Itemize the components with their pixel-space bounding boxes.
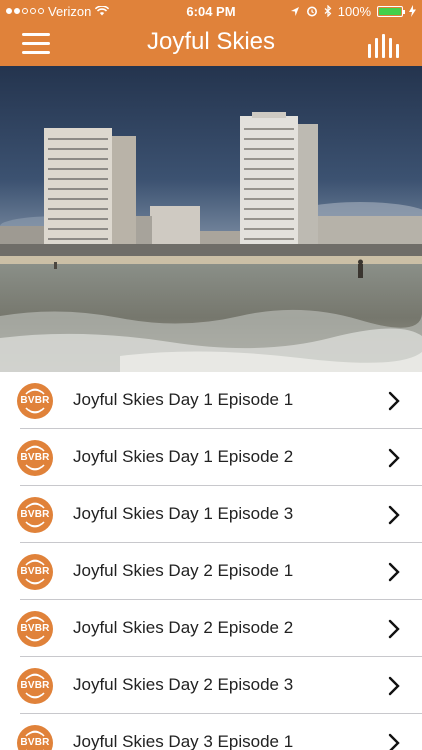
page-title: Joyful Skies <box>146 28 276 55</box>
episode-list: BVBR Joyful Skies Day 1 Episode 1 BVBR J… <box>0 372 422 750</box>
bvbr-logo-icon: BVBR <box>17 725 53 750</box>
logo-text: BVBR <box>20 509 50 520</box>
chevron-right-icon <box>388 448 400 468</box>
logo-text: BVBR <box>20 737 50 748</box>
episode-title: Joyful Skies Day 2 Episode 2 <box>73 618 294 637</box>
wifi-icon <box>95 6 110 16</box>
episode-title: Joyful Skies Day 2 Episode 1 <box>73 561 294 580</box>
list-item[interactable]: BVBR Joyful Skies Day 1 Episode 2 <box>0 429 422 486</box>
status-right: 100% <box>266 4 416 19</box>
carrier-label: Verizon <box>48 3 92 19</box>
signal-strength-icon <box>6 8 44 14</box>
beach-hotels-image <box>0 66 422 372</box>
episode-title: Joyful Skies Day 3 Episode 1 <box>73 732 294 750</box>
list-item[interactable]: BVBR Joyful Skies Day 2 Episode 1 <box>0 543 422 600</box>
logo-text: BVBR <box>20 452 50 463</box>
alarm-icon <box>306 6 317 17</box>
bvbr-logo-icon: BVBR <box>17 611 53 647</box>
chevron-right-icon <box>388 733 400 750</box>
bvbr-logo-icon: BVBR <box>17 668 53 704</box>
list-item[interactable]: BVBR Joyful Skies Day 1 Episode 3 <box>0 486 422 543</box>
bvbr-logo-icon: BVBR <box>17 383 53 419</box>
bvbr-logo-icon: BVBR <box>17 497 53 533</box>
bvbr-logo-icon: BVBR <box>17 554 53 590</box>
chevron-right-icon <box>388 676 400 696</box>
logo-text: BVBR <box>20 566 50 577</box>
status-bar: Verizon 6:04 PM 100% <box>0 0 422 22</box>
status-time: 6:04 PM <box>186 3 236 19</box>
chevron-right-icon <box>388 505 400 525</box>
bluetooth-icon <box>324 5 332 17</box>
episode-title: Joyful Skies Day 1 Episode 3 <box>73 504 294 523</box>
charging-icon <box>409 5 416 17</box>
episode-title: Joyful Skies Day 1 Episode 1 <box>73 390 294 409</box>
bars-icon[interactable] <box>366 30 400 60</box>
battery-icon <box>377 5 405 17</box>
list-item[interactable]: BVBR Joyful Skies Day 2 Episode 2 <box>0 600 422 657</box>
nav-bar: Joyful Skies <box>0 22 422 66</box>
status-left: Verizon <box>6 4 156 19</box>
chevron-right-icon <box>388 619 400 639</box>
chevron-right-icon <box>388 562 400 582</box>
episode-title: Joyful Skies Day 2 Episode 3 <box>73 675 294 694</box>
chevron-right-icon <box>388 391 400 411</box>
list-item[interactable]: BVBR Joyful Skies Day 1 Episode 1 <box>0 372 422 429</box>
logo-text: BVBR <box>20 680 50 691</box>
battery-percent: 100% <box>337 3 371 19</box>
location-arrow-icon <box>290 6 299 16</box>
list-item[interactable]: BVBR Joyful Skies Day 2 Episode 3 <box>0 657 422 714</box>
hero-image <box>0 66 422 372</box>
episode-title: Joyful Skies Day 1 Episode 2 <box>73 447 294 466</box>
list-item[interactable]: BVBR Joyful Skies Day 3 Episode 1 <box>0 714 422 750</box>
bvbr-logo-icon: BVBR <box>17 440 53 476</box>
logo-text: BVBR <box>20 623 50 634</box>
logo-text: BVBR <box>20 395 50 406</box>
